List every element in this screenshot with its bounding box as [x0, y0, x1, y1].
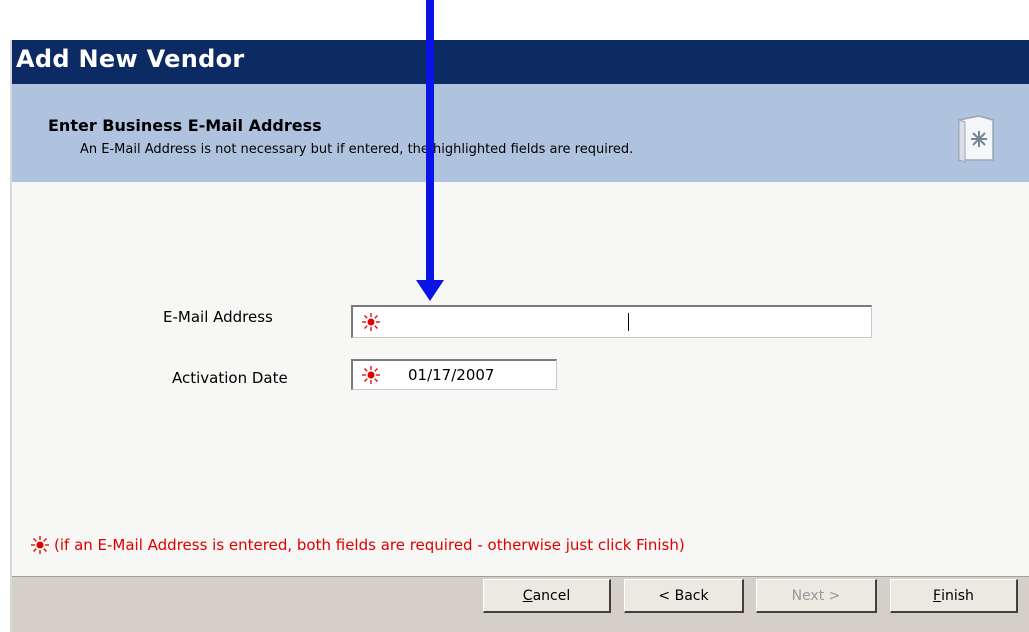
- required-note: (if an E-Mail Address is entered, both f…: [30, 535, 685, 555]
- required-field-icon: [31, 536, 49, 554]
- required-field-icon: [362, 313, 380, 331]
- required-note-text: (if an E-Mail Address is entered, both f…: [54, 536, 685, 554]
- cancel-mnemonic: C: [522, 587, 533, 604]
- dialog-left-edge: [10, 40, 12, 632]
- email-label: E-Mail Address: [163, 308, 273, 326]
- cancel-button[interactable]: Cancel: [483, 579, 611, 613]
- finish-button[interactable]: Finish: [890, 579, 1018, 613]
- back-button[interactable]: < Back: [624, 579, 744, 613]
- next-button[interactable]: Next >: [756, 579, 877, 613]
- text-cursor: [628, 313, 629, 331]
- title-bar: Add New Vendor: [10, 40, 1029, 84]
- email-input[interactable]: [351, 305, 872, 338]
- required-field-icon: [362, 366, 380, 384]
- activation-date-input[interactable]: 01/17/2007: [351, 359, 557, 390]
- header-subtitle: An E-Mail Address is not necessary but i…: [80, 142, 634, 157]
- back-label: < Back: [658, 587, 709, 604]
- activation-date-value: 01/17/2007: [408, 366, 495, 384]
- window-title: Add New Vendor: [16, 45, 245, 73]
- wizard-document-icon: [958, 115, 994, 163]
- finish-label: inish: [941, 587, 974, 604]
- finish-mnemonic: F: [933, 587, 942, 604]
- wizard-header: Enter Business E-Mail Address An E-Mail …: [10, 84, 1029, 182]
- header-title: Enter Business E-Mail Address: [48, 116, 322, 135]
- activation-date-label: Activation Date: [172, 369, 288, 387]
- add-vendor-dialog: Add New Vendor Enter Business E-Mail Add…: [10, 40, 1029, 632]
- cancel-label: ancel: [532, 587, 571, 604]
- next-label: Next >: [791, 587, 841, 604]
